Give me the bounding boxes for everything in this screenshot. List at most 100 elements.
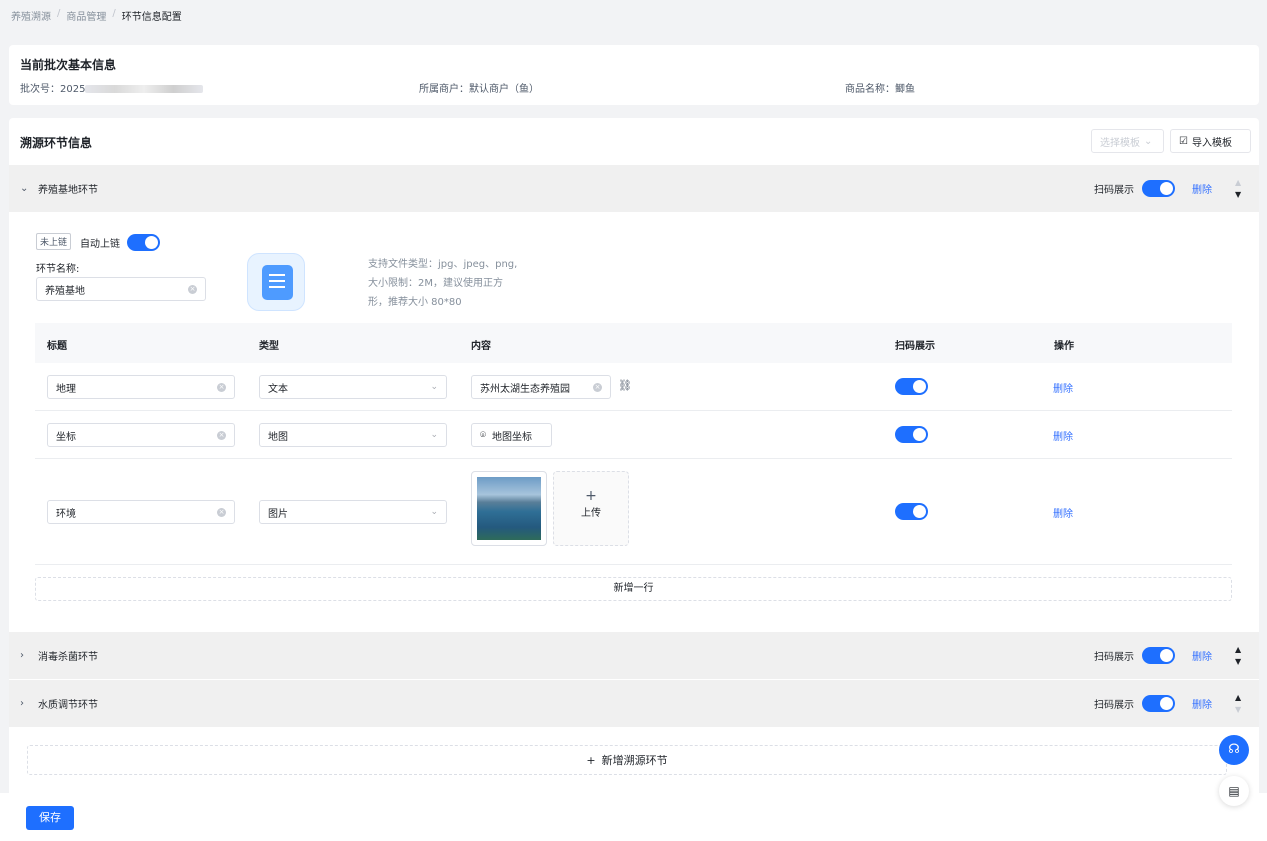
save-button[interactable]: 保存	[26, 806, 74, 830]
move-down-icon[interactable]: ▼	[1235, 656, 1241, 668]
row-delete-link[interactable]: 删除	[1053, 505, 1073, 520]
section-header[interactable]: › 水质调节环节 扫码展示 删除 ▲ ▼	[9, 680, 1259, 727]
clear-icon[interactable]: ×	[217, 430, 226, 440]
plus-icon: +	[585, 488, 597, 504]
auto-chain-toggle[interactable]	[127, 234, 160, 251]
batch-info-title: 当前批次基本信息	[20, 58, 117, 72]
headset-icon[interactable]: ☊	[1219, 735, 1249, 765]
add-row-button[interactable]: 新增一行	[35, 577, 1232, 601]
move-up-icon[interactable]: ▲	[1235, 692, 1241, 704]
select-template-label: 选择模板	[1100, 137, 1140, 149]
row-content-input[interactable]: 苏州太湖生态养殖园 ×	[471, 375, 611, 399]
clear-icon[interactable]: ×	[217, 382, 226, 392]
chevron-right-icon[interactable]: ›	[20, 650, 24, 661]
map-coordinate-label: 地图坐标	[492, 431, 532, 443]
move-down-icon[interactable]: ▼	[1235, 189, 1241, 201]
upload-hint: 支持文件类型：jpg、jpeg、png, 大小限制：2M，建议使用正方 形，推荐…	[368, 255, 528, 312]
chevron-down-icon: ⌄	[1144, 135, 1153, 147]
table-row: 坐标 × 地图 ⌄ ⌾ 地图坐标 删除	[35, 411, 1232, 459]
column-header-scan: 扫码展示	[895, 341, 935, 352]
reorder-arrows: ▲ ▼	[1235, 177, 1241, 201]
batch-number-label: 批次号：	[20, 84, 60, 95]
row-scan-toggle[interactable]	[895, 503, 928, 520]
row-type-value: 图片	[268, 508, 288, 520]
chevron-right-icon[interactable]: ›	[20, 698, 24, 709]
chevron-down-icon: ⌄	[430, 507, 438, 517]
reorder-arrows: ▲ ▼	[1235, 692, 1241, 716]
row-title-input[interactable]: 地理 ×	[47, 375, 235, 399]
document-icon[interactable]: ▤	[1219, 776, 1249, 806]
row-type-select[interactable]: 图片 ⌄	[259, 500, 447, 524]
section-name-label: 环节名称:	[36, 264, 80, 275]
move-up-icon[interactable]: ▲	[1235, 177, 1241, 189]
section-header[interactable]: ⌄ 养殖基地环节 扫码展示 删除 ▲ ▼	[9, 165, 1259, 212]
scan-display-toggle[interactable]	[1142, 647, 1175, 664]
delete-section-link[interactable]: 删除	[1192, 696, 1212, 711]
section-image-upload[interactable]	[247, 253, 305, 311]
row-title-value: 地理	[56, 383, 76, 395]
breadcrumb-current: 环节信息配置	[121, 12, 182, 23]
section-name: 水质调节环节	[38, 700, 98, 711]
row-scan-toggle[interactable]	[895, 426, 928, 443]
scan-display-label: 扫码展示	[1094, 652, 1134, 663]
uploaded-image-thumbnail[interactable]	[471, 471, 547, 546]
scan-display-label: 扫码展示	[1094, 700, 1134, 711]
clear-icon[interactable]: ×	[217, 507, 226, 517]
lake-photo	[477, 477, 541, 540]
clear-icon[interactable]: ×	[593, 382, 602, 392]
breadcrumb-item[interactable]: 商品管理	[66, 8, 106, 23]
row-delete-link[interactable]: 删除	[1053, 428, 1073, 443]
import-template-button[interactable]: ☑ 导入模板	[1170, 129, 1251, 153]
upload-hint-line: 支持文件类型：jpg、jpeg、png,	[368, 259, 518, 270]
row-type-select[interactable]: 地图 ⌄	[259, 423, 447, 447]
row-title-value: 坐标	[56, 431, 76, 443]
delete-section-link[interactable]: 删除	[1192, 648, 1212, 663]
breadcrumb: 养殖溯源 / 商品管理 / 环节信息配置	[11, 8, 182, 23]
table-row: 环境 × 图片 ⌄ + 上传 删除	[35, 459, 1232, 565]
chevron-down-icon: ⌄	[430, 430, 438, 440]
section-name: 消毒杀菌环节	[38, 652, 98, 663]
batch-info-card: 当前批次基本信息 批次号：2025 所属商户：默认商户（鱼） 商品名称：鲫鱼	[9, 45, 1259, 105]
scan-display-toggle[interactable]	[1142, 180, 1175, 197]
row-scan-toggle[interactable]	[895, 378, 928, 395]
move-up-icon[interactable]: ▲	[1235, 644, 1241, 656]
add-section-label: 新增溯源环节	[601, 754, 668, 767]
section-name-input[interactable]: 养殖基地 ×	[36, 277, 206, 301]
trace-card: 溯源环节信息 选择模板 ⌄ ☑ 导入模板 ⌄ 养殖基地环节 扫码展示 删除 ▲ …	[9, 118, 1259, 798]
clear-icon[interactable]: ×	[188, 284, 197, 294]
section-header[interactable]: › 消毒杀菌环节 扫码展示 删除 ▲ ▼	[9, 632, 1259, 679]
map-coordinate-button[interactable]: ⌾ 地图坐标	[471, 423, 552, 447]
column-header-action: 操作	[1054, 341, 1074, 352]
chevron-down-icon[interactable]: ⌄	[20, 183, 28, 194]
breadcrumb-item[interactable]: 养殖溯源	[11, 8, 51, 23]
column-header-type: 类型	[259, 341, 279, 352]
select-template-dropdown[interactable]: 选择模板 ⌄	[1091, 129, 1164, 153]
row-content-value: 苏州太湖生态养殖园	[480, 383, 570, 395]
batch-number-value: 2025	[60, 84, 86, 95]
import-icon: ☑	[1179, 135, 1188, 147]
scan-display-toggle[interactable]	[1142, 695, 1175, 712]
upload-hint-line: 大小限制：2M，建议使用正方	[368, 278, 503, 289]
upload-button[interactable]: + 上传	[553, 471, 629, 546]
plus-icon: +	[586, 753, 596, 767]
row-type-value: 地图	[268, 431, 288, 443]
move-down-icon[interactable]: ▼	[1235, 704, 1241, 716]
chain-status-badge: 未上链	[36, 233, 72, 250]
row-title-input[interactable]: 坐标 ×	[47, 423, 235, 447]
section-name-value: 养殖基地	[45, 285, 85, 297]
column-header-title: 标题	[47, 341, 67, 352]
redacted-mask	[85, 85, 204, 93]
delete-section-link[interactable]: 删除	[1192, 181, 1212, 196]
add-section-button[interactable]: + 新增溯源环节	[27, 745, 1227, 775]
row-title-input[interactable]: 环境 ×	[47, 500, 235, 524]
link-icon[interactable]: ⛓	[618, 379, 632, 392]
row-delete-link[interactable]: 删除	[1053, 380, 1073, 395]
batch-number: 批次号：2025	[20, 80, 204, 95]
row-title-value: 环境	[56, 508, 76, 520]
reorder-arrows: ▲ ▼	[1235, 644, 1241, 668]
column-header-content: 内容	[471, 341, 491, 352]
trace-title: 溯源环节信息	[20, 136, 93, 150]
breadcrumb-separator: /	[112, 8, 116, 19]
row-type-select[interactable]: 文本 ⌄	[259, 375, 447, 399]
chevron-down-icon: ⌄	[430, 382, 438, 392]
